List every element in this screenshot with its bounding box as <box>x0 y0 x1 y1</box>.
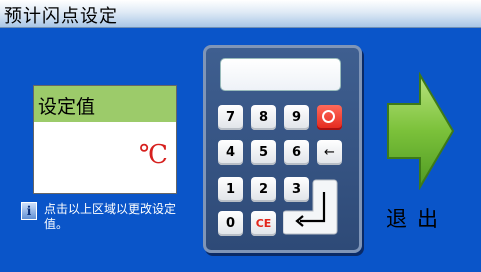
keypad-display <box>220 58 341 91</box>
key-0[interactable]: 0 <box>218 211 243 236</box>
key-8[interactable]: 8 <box>251 105 276 130</box>
setpoint-panel[interactable]: 设定值 ℃ <box>33 85 177 194</box>
power-button[interactable] <box>317 105 342 130</box>
keypad-row-1: 7 8 9 <box>216 105 351 131</box>
key-7[interactable]: 7 <box>218 105 243 130</box>
backspace-key[interactable]: ← <box>317 140 342 165</box>
setpoint-header-label: 设定值 <box>38 96 96 118</box>
key-4[interactable]: 4 <box>218 140 243 165</box>
exit-arrow-button[interactable] <box>384 72 456 190</box>
key-6[interactable]: 6 <box>284 140 309 165</box>
enter-key[interactable] <box>283 178 338 235</box>
window-title: 预计闪点设定 <box>4 6 118 27</box>
info-icon: i <box>21 202 37 220</box>
key-9[interactable]: 9 <box>284 105 309 130</box>
key-2[interactable]: 2 <box>251 177 276 202</box>
keypad-row-2: 4 5 6 ← <box>216 140 351 166</box>
key-1[interactable]: 1 <box>218 177 243 202</box>
key-5[interactable]: 5 <box>251 140 276 165</box>
power-icon <box>322 110 335 123</box>
temperature-unit: ℃ <box>138 140 168 170</box>
exit-label[interactable]: 退出 <box>386 203 448 233</box>
setpoint-header: 设定值 <box>34 86 176 122</box>
clear-entry-key[interactable]: CE <box>251 211 276 236</box>
calculator-keypad: 7 8 9 4 5 6 ← 1 2 3 0 CE <box>203 45 362 253</box>
title-bar: 预计闪点设定 <box>0 0 481 28</box>
hint-text: 点击以上区域以更改设定值。 <box>44 202 177 231</box>
